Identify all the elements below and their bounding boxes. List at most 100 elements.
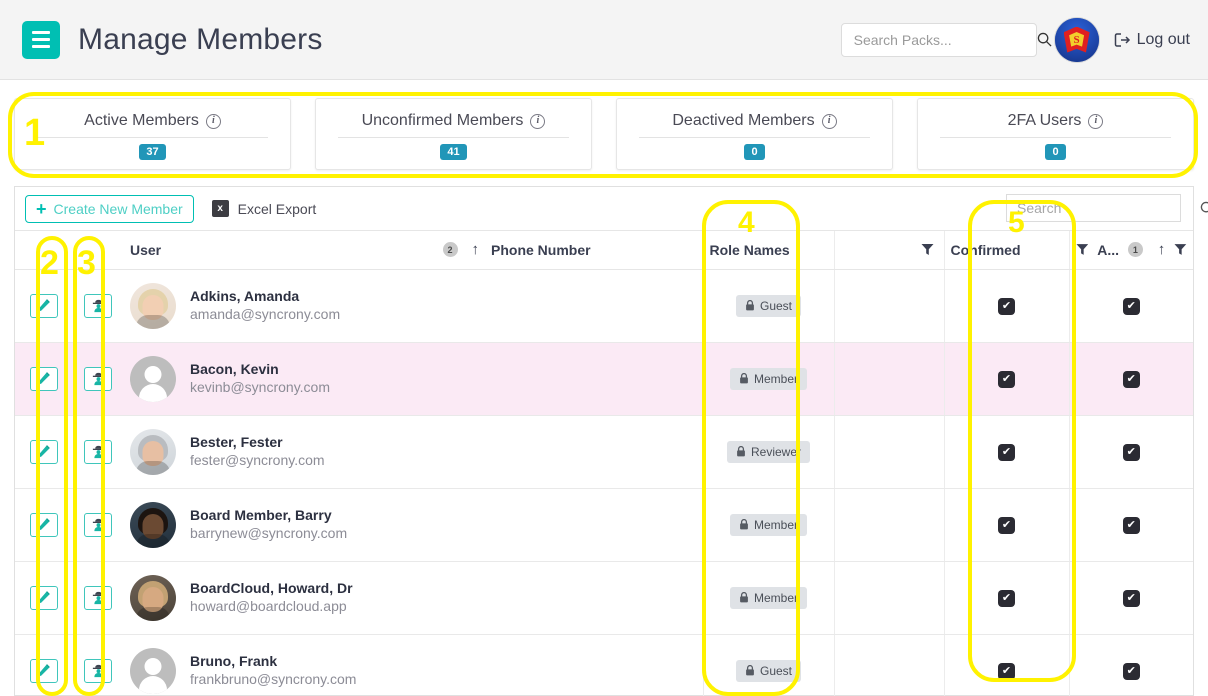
confirmed-checkbox[interactable]: ✔ [998,663,1015,680]
stat-card-unconfirmed-members[interactable]: Unconfirmed Members i 41 [315,98,592,170]
stat-title: Unconfirmed Members i [362,112,546,130]
impersonate-icon [92,372,104,386]
table-row[interactable]: Bacon, Kevin kevinb@syncrony.com Member ✔ ✔ [15,342,1193,416]
confirmed-checkbox[interactable]: ✔ [998,590,1015,607]
info-icon[interactable]: i [821,113,837,129]
col-user-sort[interactable]: 2 ↑ [379,231,485,270]
table-row[interactable]: Bester, Fester fester@syncrony.com Reviewe… [15,415,1193,489]
active-checkbox[interactable]: ✔ [1122,444,1140,461]
stat-cards-row: Active Members i 37 Unconfirmed Members … [14,98,1194,170]
role-badge[interactable]: Member [729,586,807,609]
lock-icon [740,519,748,530]
cell-confirmed: ✔ [943,634,1069,696]
table-row[interactable]: BoardCloud, Howard, Dr howard@boardcloud.… [15,561,1193,635]
impersonate-button[interactable] [84,512,112,537]
stat-label: 2FA Users [1007,112,1082,129]
cell-confirmed: ✔ [943,488,1069,562]
cell-edit [15,415,72,489]
col-impersonate[interactable] [72,231,124,270]
col-phone-number[interactable]: Phone Number [485,231,703,270]
impersonate-button[interactable] [84,585,112,610]
col-confirmed[interactable]: Confirmed [943,231,1069,270]
table-row[interactable]: Board Member, Barry barrynew@syncrony.com… [15,488,1193,562]
stat-card-active-members[interactable]: Active Members i 37 [14,98,291,170]
edit-button[interactable] [29,512,58,537]
cell-user: Bacon, Kevin kevinb@syncrony.com [124,342,485,416]
sort-direction-icon[interactable]: ↑ [1158,241,1166,258]
lock-icon [737,446,745,457]
cell-phone-number [485,488,703,562]
active-checkbox[interactable]: ✔ [1122,590,1140,607]
grid-toolbar: + Create New Member x Excel Export [15,187,1208,231]
stat-title: 2FA Users i [1008,112,1104,130]
table-header: User 2 ↑ Phone Number Role Names Confirm… [15,231,1193,270]
col-user[interactable]: User [124,231,379,270]
role-badge[interactable]: Member [729,367,807,390]
role-badge[interactable]: Member [729,513,807,536]
stat-card-2fa-users[interactable]: 2FA Users i 0 [917,98,1194,170]
stat-card-deactived-members[interactable]: Deactived Members i 0 [616,98,893,170]
grid-search-input[interactable] [1015,199,1200,217]
cell-user: BoardCloud, Howard, Dr howard@boardcloud.… [124,561,485,635]
active-checkbox[interactable]: ✔ [1122,663,1140,680]
confirmed-checkbox[interactable]: ✔ [998,298,1015,315]
avatar[interactable]: S [1054,17,1099,62]
impersonate-icon [92,591,104,605]
col-role-filter[interactable] [833,231,944,270]
cell-edit [15,634,72,696]
confirmed-checkbox[interactable]: ✔ [998,444,1015,461]
active-checkbox[interactable]: ✔ [1122,371,1140,388]
search-packs-box[interactable] [840,22,1052,57]
edit-button[interactable] [29,439,58,464]
role-badge[interactable]: Guest [735,659,801,682]
excel-icon: x [211,200,229,217]
edit-button[interactable] [29,658,58,683]
logout-button[interactable]: Log out [1113,31,1190,49]
grid-search-box[interactable] [1006,194,1208,222]
filter-icon[interactable] [1174,243,1187,256]
col-confirmed-label: Confirmed [950,241,1021,258]
role-badge[interactable]: Guest [735,294,801,317]
role-badge[interactable]: Reviewer [726,440,810,463]
table-row[interactable]: Bruno, Frank frankbruno@syncrony.com Guest… [15,634,1193,696]
edit-button[interactable] [29,366,58,391]
sort-order-badge: 2 [442,242,458,258]
active-checkbox[interactable]: ✔ [1122,298,1140,315]
plus-icon: + [36,198,47,219]
cell-impersonate [72,561,124,635]
cell-role-names: Guest [702,269,834,343]
filter-icon[interactable] [921,243,934,256]
edit-button[interactable] [29,585,58,610]
user-email: barrynew@syncrony.com [190,525,348,541]
info-icon[interactable]: i [530,113,546,129]
stat-label: Unconfirmed Members [361,112,524,129]
active-checkbox[interactable]: ✔ [1122,517,1140,534]
filter-icon[interactable] [1075,243,1089,256]
cell-edit [15,342,72,416]
excel-export-button[interactable]: x Excel Export [211,200,316,217]
impersonate-button[interactable] [84,658,112,683]
edit-button[interactable] [29,293,58,318]
sort-direction-icon[interactable]: ↑ [472,241,480,258]
logout-label: Log out [1136,30,1190,48]
user-email: howard@boardcloud.app [190,598,347,614]
confirmed-checkbox[interactable]: ✔ [998,517,1015,534]
search-packs-input[interactable] [851,30,1037,49]
confirmed-checkbox[interactable]: ✔ [998,371,1015,388]
impersonate-button[interactable] [84,293,112,318]
cell-role-filter-spacer [833,561,944,635]
cell-user: Bester, Fester fester@syncrony.com [124,415,485,489]
table-row[interactable]: Adkins, Amanda amanda@syncrony.com Guest ✔ ✔ [15,269,1193,343]
impersonate-button[interactable] [84,439,112,464]
cell-impersonate [72,342,124,416]
col-role-names[interactable]: Role Names [702,231,834,270]
col-active[interactable]: A... 1 ↑ [1068,231,1193,270]
info-icon[interactable]: i [1088,113,1104,129]
search-icon [1200,201,1208,212]
impersonate-button[interactable] [84,366,112,391]
col-edit[interactable] [15,231,72,270]
create-new-member-button[interactable]: + Create New Member [25,194,194,223]
info-icon[interactable]: i [205,113,221,129]
hamburger-icon[interactable] [22,20,60,59]
divider [37,137,268,138]
